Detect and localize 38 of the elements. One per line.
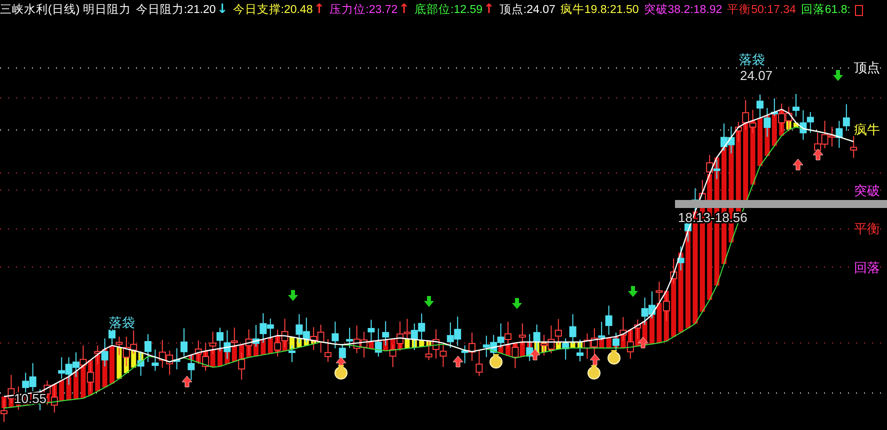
money-bag-icon xyxy=(588,365,600,380)
arrow-icon: ↓ xyxy=(216,0,228,20)
down-arrow-icon xyxy=(833,70,843,81)
money-bag-icon xyxy=(490,354,502,368)
indicator-value: 今日支撑:20.48 xyxy=(232,2,313,18)
arrow-icon: ↑ xyxy=(398,0,410,20)
indicator-value: 突破38.2:18.92 xyxy=(644,2,722,18)
indicator-value: 回落61.8: xyxy=(800,2,850,18)
up-arrow-icon xyxy=(812,148,824,160)
money-bag-icon xyxy=(334,365,348,380)
level-label: 顶点 xyxy=(854,60,880,75)
indicator-value: 压力位:23.72 xyxy=(330,2,398,18)
down-arrow-icon xyxy=(424,296,434,307)
indicator-value: 底部位:12.59 xyxy=(414,2,483,18)
level-label: 突破 xyxy=(854,183,880,198)
up-arrow-icon xyxy=(452,356,464,368)
indicator-value: 今日阻力:21.20 xyxy=(136,2,216,18)
level-label: 回落 xyxy=(854,260,880,275)
down-arrow-icon xyxy=(628,286,638,297)
up-arrow-icon xyxy=(590,354,600,366)
up-arrow-icon xyxy=(638,336,648,348)
arrow-icon: ↑ xyxy=(314,0,325,20)
up-arrow-icon xyxy=(530,348,540,360)
level-label: 平衡 xyxy=(854,221,880,236)
down-arrow-icon xyxy=(288,290,298,301)
down-arrow-icon xyxy=(512,298,522,309)
indicator-value: 疯牛19.8:21.50 xyxy=(560,2,639,18)
chart-title: 三峡水利(日线) 明日阻力 xyxy=(0,2,131,18)
money-bag-icon xyxy=(608,350,620,364)
up-arrow-icon xyxy=(182,376,192,388)
up-arrow-icon xyxy=(792,158,804,170)
peak-price-label: 24.07 xyxy=(740,68,773,83)
arrow-icon: ↑ xyxy=(484,0,494,20)
square-icon xyxy=(855,5,864,16)
indicator-value: 顶点:24.07 xyxy=(499,2,556,18)
signal-label: 落袋 xyxy=(739,52,765,67)
indicator-value: 平衡50:17.34 xyxy=(727,2,796,18)
level-label: 疯牛 xyxy=(854,122,880,137)
